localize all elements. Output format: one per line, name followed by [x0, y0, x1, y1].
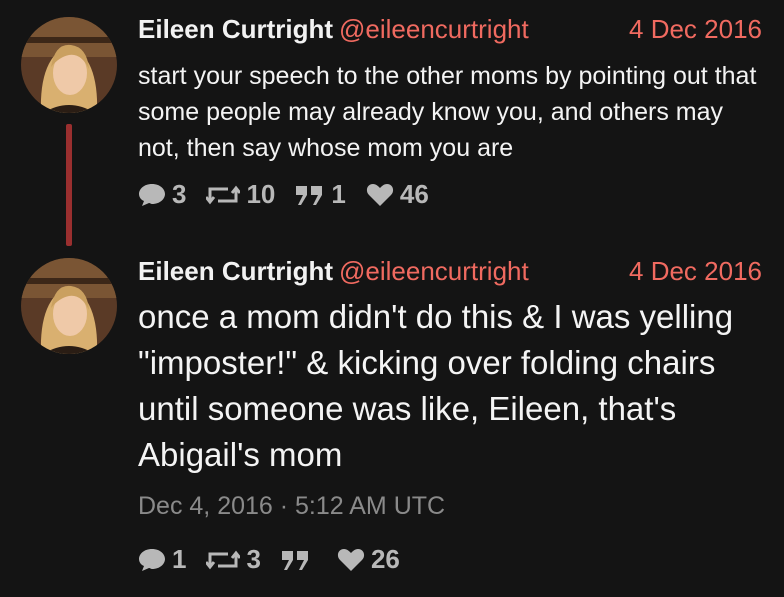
- author-name[interactable]: Eileen Curtright: [138, 14, 333, 44]
- tweet-date[interactable]: 4 Dec 2016: [629, 14, 762, 45]
- author-name[interactable]: Eileen Curtright: [138, 256, 333, 286]
- author-handle[interactable]: @eileencurtright: [339, 14, 529, 44]
- heart-icon: [337, 548, 365, 572]
- thread-line: [66, 124, 72, 246]
- heart-icon: [366, 183, 394, 207]
- tweet-timestamp[interactable]: Dec 4, 2016 · 5:12 AM UTC: [138, 492, 445, 521]
- avatar[interactable]: [21, 258, 117, 354]
- retweet-count: 3: [246, 544, 261, 574]
- quote-icon: [281, 549, 311, 571]
- quote-stat[interactable]: 1: [295, 179, 346, 210]
- reply-count: 1: [172, 544, 187, 574]
- tweet-text: start your speech to the other moms by p…: [138, 62, 757, 162]
- retweet-stat[interactable]: 3: [206, 544, 261, 575]
- retweet-count: 10: [246, 179, 276, 209]
- tweet-date[interactable]: 4 Dec 2016: [629, 256, 762, 287]
- reply-stat[interactable]: 1: [138, 544, 186, 575]
- avatar[interactable]: [21, 17, 117, 113]
- like-count: 26: [370, 544, 400, 574]
- retweet-stat[interactable]: 10: [206, 179, 275, 210]
- tweet-stats: 3 10 1 46: [138, 179, 429, 210]
- retweet-icon: [206, 183, 241, 207]
- like-count: 46: [399, 179, 429, 209]
- quote-count: 1: [331, 179, 346, 209]
- quote-stat[interactable]: [281, 549, 317, 571]
- tweet-stats: 1 3 26: [138, 544, 400, 575]
- like-stat[interactable]: 26: [337, 544, 400, 575]
- reply-count: 3: [172, 179, 187, 209]
- retweet-icon: [206, 548, 241, 572]
- comment-icon: [138, 182, 166, 208]
- author-handle[interactable]: @eileencurtright: [339, 256, 529, 286]
- reply-stat[interactable]: 3: [138, 179, 186, 210]
- tweet-header: Eileen Curtright @eileencurtright: [138, 14, 529, 45]
- tweet-text: once a mom didn't do this & I was yellin…: [138, 298, 734, 473]
- like-stat[interactable]: 46: [366, 179, 429, 210]
- comment-icon: [138, 547, 166, 573]
- tweet-header: Eileen Curtright @eileencurtright: [138, 256, 529, 287]
- quote-icon: [295, 184, 325, 206]
